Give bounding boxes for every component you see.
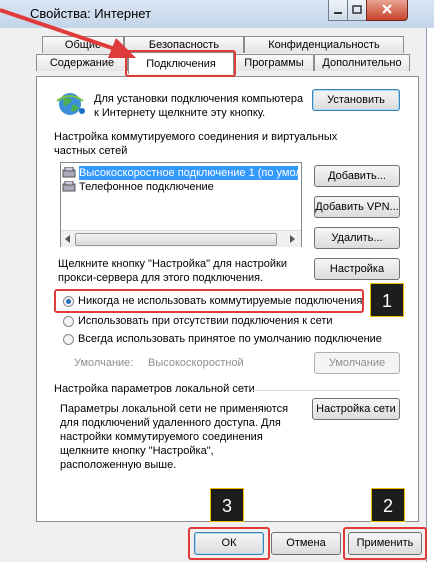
step-badge-3: 3 [210, 488, 244, 522]
default-label: Умолчание: [74, 357, 134, 369]
modem-icon [62, 181, 76, 192]
lan-heading: Настройка параметров локальной сети [54, 383, 255, 395]
radio-dial-when-no-network[interactable] [63, 316, 74, 327]
step-badge-1: 1 [370, 283, 404, 317]
close-button[interactable] [366, 0, 408, 21]
scroll-right-icon[interactable] [288, 235, 296, 243]
set-default-button[interactable]: Умолчание [314, 352, 400, 374]
maximize-button[interactable] [347, 0, 367, 21]
internet-globe-icon [56, 93, 85, 115]
proxy-hint-line-1: Щелкните кнопку "Настройка" для настройк… [58, 258, 287, 270]
arrow-annotation [0, 8, 136, 58]
cancel-button[interactable]: Отмена [271, 532, 341, 555]
radio-dial-when-no-network-label[interactable]: Использовать при отсутствии подключения … [78, 315, 333, 327]
minimize-button[interactable] [328, 0, 348, 21]
default-value: Высокоскоростной [148, 357, 244, 369]
radio-never-dial[interactable] [63, 296, 74, 307]
list-item-label: Высокоскоростное подключение 1 (по умол [79, 166, 298, 180]
modem-icon [62, 167, 76, 178]
tab-advanced[interactable]: Дополнительно [314, 54, 410, 71]
list-item-label: Телефонное подключение [79, 181, 214, 193]
lan-text-line-2: для подключений удаленного доступа. Для [60, 417, 281, 429]
tab-programs[interactable]: Программы [234, 54, 314, 71]
setup-button[interactable]: Установить [312, 89, 400, 111]
lan-text-line-3: настройки коммутируемого соединения [60, 431, 263, 443]
step-badge-2: 2 [371, 488, 405, 522]
connection-settings-button[interactable]: Настройка [314, 258, 400, 280]
add-connection-button[interactable]: Добавить... [314, 165, 400, 187]
radio-always-default-label[interactable]: Всегда использовать принятое по умолчани… [78, 333, 382, 345]
dialup-heading-line-2: частных сетей [54, 145, 128, 157]
radio-always-default[interactable] [63, 334, 74, 345]
minimize-icon [334, 12, 342, 14]
lan-text-line-5: расположенную выше. [60, 459, 177, 471]
list-hscrollbar[interactable] [61, 230, 301, 247]
list-item[interactable]: Высокоскоростное подключение 1 (по умол [62, 166, 298, 180]
scroll-left-icon[interactable] [64, 235, 72, 243]
proxy-hint-line-2: прокси-сервера для этого подключения. [58, 272, 264, 284]
maximize-icon [352, 5, 362, 14]
radio-never-dial-label[interactable]: Никогда не использовать коммутируемые по… [78, 295, 362, 307]
lan-text-line-4: щелкните кнопку "Настройка", [60, 445, 214, 457]
scroll-thumb[interactable] [75, 233, 277, 246]
list-item[interactable]: Телефонное подключение [62, 180, 298, 194]
setup-text-line-2: к Интернету щелкните эту кнопку. [94, 107, 266, 119]
ok-highlight [188, 527, 270, 560]
dialup-heading-line-1: Настройка коммутируемого соединения и ви… [54, 131, 338, 143]
tab-privacy[interactable]: Конфиденциальность [244, 36, 404, 53]
close-icon [382, 4, 392, 14]
apply-highlight [343, 527, 427, 560]
setup-text-line-1: Для установки подключения компьютера [94, 93, 304, 105]
lan-divider [252, 390, 400, 391]
lan-settings-button[interactable]: Настройка сети [312, 398, 400, 420]
delete-connection-button[interactable]: Удалить... [314, 227, 400, 249]
lan-text-line-1: Параметры локальной сети не применяются [60, 403, 289, 415]
add-vpn-button[interactable]: Добавить VPN... [314, 196, 400, 218]
